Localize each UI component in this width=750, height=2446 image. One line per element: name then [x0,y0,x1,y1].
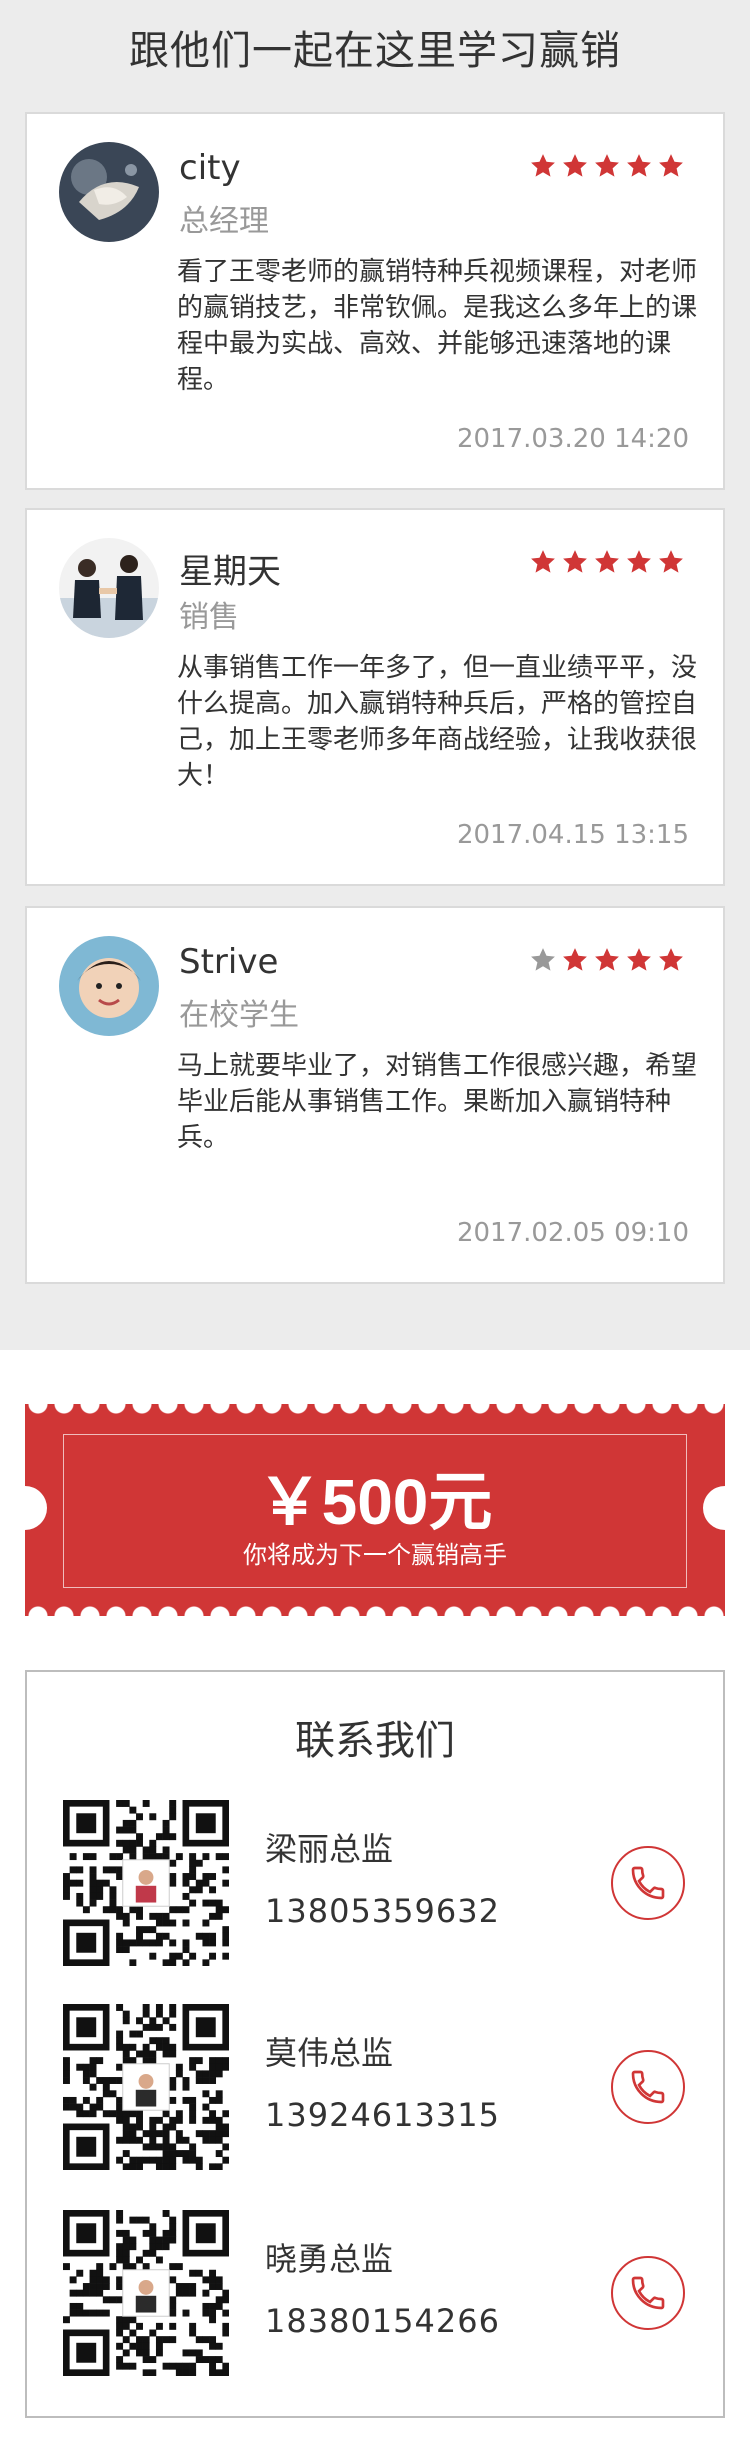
star-icon [563,154,587,177]
contact-row: 莫伟总监 13924613315 [27,2004,723,2184]
call-button[interactable] [611,2050,685,2124]
star-icon [595,550,619,573]
coupon-notch-right [703,1486,725,1530]
star-icon [659,948,683,971]
coupon-subtitle: 你将成为下一个赢销高手 [243,1541,507,1569]
review-card: 星期天 销售 从事销售工作一年多了，但一直业绩平平，没什么提高。加入赢销特种兵后… [25,508,725,886]
reviewer-role: 在校学生 [179,998,299,1033]
review-card: Strive 在校学生 马上就要毕业了，对销售工作很感兴趣，希望毕业后能从事销售… [25,906,725,1284]
coupon-edge-bottom [25,1598,725,1616]
contact-name: 莫伟总监 [265,2034,394,2072]
qr-code [63,2004,229,2170]
phone-icon [631,1866,665,1900]
reviewer-name: Strive [179,942,279,982]
contact-phone: 18380154266 [265,2302,500,2340]
star-icon [627,154,651,177]
reviewer-role: 销售 [179,600,239,635]
phone-icon [631,2070,665,2104]
coupon-edge-top [25,1404,725,1422]
star-icon [531,550,555,573]
contact-title: 联系我们 [295,1718,455,1764]
star-icon [595,948,619,971]
coupon-frame: ￥500元 你将成为下一个赢销高手 [63,1434,687,1588]
avatar [59,142,159,242]
star-icon [659,550,683,573]
qr-code [63,1800,229,1966]
star-icon [531,948,555,971]
star-icon [595,154,619,177]
call-button[interactable] [611,1846,685,1920]
reviewer-name: 星期天 [179,552,281,592]
call-button[interactable] [611,2256,685,2330]
review-time: 2017.04.15 13:15 [456,820,689,850]
reviewer-role: 总经理 [179,204,269,239]
star-icon [563,550,587,573]
rating-stars [529,152,685,180]
phone-icon [631,2276,665,2310]
contact-name: 梁丽总监 [265,1830,394,1868]
star-icon [627,948,651,971]
review-time: 2017.02.05 09:10 [456,1218,689,1248]
avatar [59,936,159,1036]
qr-code [63,2210,229,2376]
rating-stars [529,946,685,974]
contact-row: 晓勇总监 18380154266 [27,2210,723,2390]
coupon-amount: ￥500元 [257,1466,493,1538]
review-text: 马上就要毕业了，对销售工作很感兴趣，希望毕业后能从事销售工作。果断加入赢销特种兵… [177,1051,698,1153]
contact-phone: 13924613315 [265,2096,500,2134]
testimonials-section: 跟他们一起在这里学习赢销 city 总经理 看了王零老师的赢销特种兵视频课程，对… [0,0,750,1350]
section-title: 跟他们一起在这里学习赢销 [129,28,621,74]
reviewer-name: city [179,148,241,188]
contact-row: 梁丽总监 13805359632 [27,1800,723,1980]
star-icon [659,154,683,177]
contact-box: 联系我们 梁丽总监 13805359632 莫伟总监 13924613315 晓… [25,1670,725,2418]
coupon-notch-left [25,1486,47,1530]
rating-stars [529,548,685,576]
review-card: city 总经理 看了王零老师的赢销特种兵视频课程，对老师的赢销技艺，非常钦佩。… [25,112,725,490]
star-icon [531,154,555,177]
star-icon [563,948,587,971]
review-text: 看了王零老师的赢销特种兵视频课程，对老师的赢销技艺，非常钦佩。是我这么多年上的课… [177,257,698,395]
avatar [59,538,159,638]
coupon-ticket[interactable]: ￥500元 你将成为下一个赢销高手 [25,1404,725,1616]
review-time: 2017.03.20 14:20 [456,424,689,454]
review-text: 从事销售工作一年多了，但一直业绩平平，没什么提高。加入赢销特种兵后，严格的管控自… [177,653,698,791]
promo-contact-section: ￥500元 你将成为下一个赢销高手 联系我们 梁丽总监 13805359632 … [0,1350,750,2446]
star-icon [627,550,651,573]
contact-name: 晓勇总监 [265,2240,394,2278]
contact-phone: 13805359632 [265,1892,500,1930]
